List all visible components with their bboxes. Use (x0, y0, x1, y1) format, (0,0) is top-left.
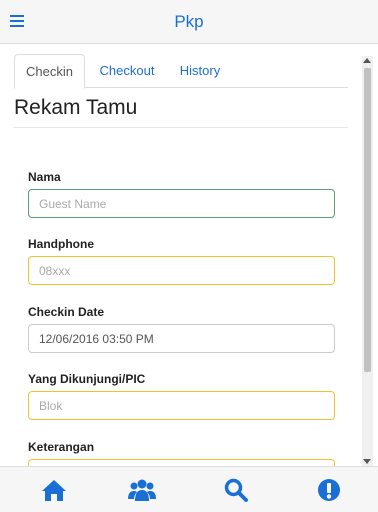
search-icon[interactable] (221, 475, 251, 505)
nama-label: Nama (28, 170, 61, 184)
tab-checkin[interactable]: Checkin (14, 54, 85, 89)
users-icon[interactable] (127, 475, 157, 505)
pic-label: Yang Dikunjungi/PIC (28, 372, 146, 386)
handphone-input[interactable] (28, 256, 335, 285)
scroll-up-arrow-icon[interactable] (363, 58, 371, 63)
bottom-nav (0, 466, 378, 512)
home-icon[interactable] (39, 475, 69, 505)
hamburger-menu-icon[interactable] (10, 13, 24, 29)
tab-checkout[interactable]: Checkout (92, 54, 162, 89)
main-content[interactable]: Checkin Checkout History Rekam Tamu Nama… (0, 44, 378, 466)
title-divider (14, 127, 348, 128)
app-header: Pkp (0, 0, 378, 44)
page-title: Rekam Tamu (14, 96, 138, 119)
tab-bar: Checkin Checkout History (14, 54, 348, 89)
guest-name-input[interactable] (28, 189, 335, 218)
pic-input[interactable] (28, 391, 335, 420)
alert-icon[interactable] (314, 475, 344, 505)
scroll-down-arrow-icon[interactable] (363, 459, 371, 464)
checkin-date-label: Checkin Date (28, 305, 105, 319)
checkin-date-input[interactable] (28, 324, 335, 353)
handphone-label: Handphone (28, 237, 94, 251)
keterangan-input[interactable] (28, 459, 335, 466)
keterangan-label: Keterangan (28, 440, 95, 454)
tab-history[interactable]: History (170, 54, 230, 89)
app-title: Pkp (174, 12, 204, 31)
scrollbar[interactable] (362, 56, 373, 466)
scrollbar-thumb[interactable] (364, 68, 371, 372)
